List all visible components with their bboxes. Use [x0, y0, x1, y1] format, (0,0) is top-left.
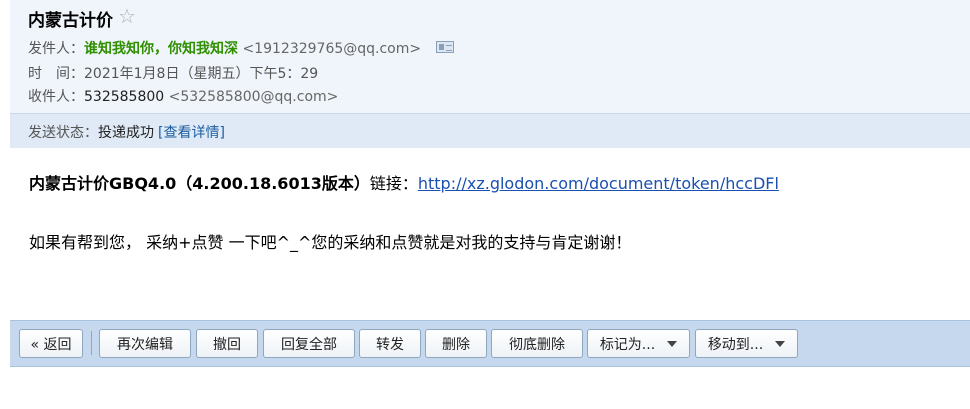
sender-label: 发件人： — [28, 41, 84, 57]
time-row: 时 间：2021年1月8日（星期五）下午5：29 — [28, 63, 318, 83]
mail-subject: 内蒙古计价 — [28, 11, 113, 31]
mark-as-label: 标记为... — [599, 336, 656, 353]
sender-email: <1912329765@qq.com> — [242, 41, 422, 57]
body-title-bold: 内蒙古计价GBQ4.0（4.200.18.6013版本） — [29, 174, 370, 193]
status-detail-link[interactable]: [查看详情] — [158, 125, 225, 141]
mail-header: 内蒙古计价 ☆ 发件人：谁知我知你，你知我知深 <1912329765@qq.c… — [10, 0, 970, 148]
star-icon[interactable]: ☆ — [118, 4, 136, 28]
move-to-dropdown[interactable]: 移动到... — [695, 329, 798, 358]
status-label: 发送状态： — [28, 125, 98, 141]
recipient-name[interactable]: 532585800 — [84, 89, 164, 105]
body-link[interactable]: http://xz.glodon.com/document/token/hccD… — [418, 174, 779, 193]
mail-body-message: 如果有帮到您， 采纳+点赞 一下吧^_^您的采纳和点赞就是对我的支持与肯定谢谢！ — [29, 233, 632, 252]
mail-body-title: 内蒙古计价GBQ4.0（4.200.18.6013版本）链接：http://xz… — [29, 170, 779, 194]
toolbar-divider — [91, 331, 92, 355]
contact-card-icon[interactable] — [435, 41, 454, 53]
chevron-down-icon — [667, 340, 678, 347]
body-link-label: 链接： — [369, 174, 418, 193]
sender-row: 发件人：谁知我知你，你知我知深 <1912329765@qq.com> — [28, 38, 454, 58]
delete-permanent-button[interactable]: 彻底删除 — [491, 329, 583, 358]
recipient-email: <532585800@qq.com> — [168, 89, 339, 105]
mail-toolbar: « 返回 再次编辑 撤回 回复全部 转发 删除 彻底删除 标记为... 移动到.… — [10, 320, 970, 367]
sender-name[interactable]: 谁知我知你，你知我知深 — [84, 41, 238, 57]
recipient-label: 收件人： — [28, 89, 84, 105]
recipient-row: 收件人：532585800 <532585800@qq.com> — [28, 86, 338, 106]
forward-button[interactable]: 转发 — [359, 329, 421, 358]
chevron-down-icon — [775, 340, 786, 347]
time-label: 时 间： — [28, 66, 84, 82]
edit-again-button[interactable]: 再次编辑 — [99, 329, 191, 358]
reply-all-button[interactable]: 回复全部 — [263, 329, 355, 358]
time-value: 2021年1月8日（星期五）下午5：29 — [84, 66, 319, 82]
delete-button[interactable]: 删除 — [425, 329, 487, 358]
recall-button[interactable]: 撤回 — [196, 329, 258, 358]
back-button[interactable]: « 返回 — [19, 329, 83, 358]
move-to-label: 移动到... — [707, 336, 764, 353]
delivery-status-bar: 发送状态：投递成功 [查看详情] — [10, 113, 970, 148]
status-value: 投递成功 — [98, 125, 154, 141]
mark-as-dropdown[interactable]: 标记为... — [587, 329, 690, 358]
delivery-status: 发送状态：投递成功 [查看详情] — [28, 122, 225, 142]
